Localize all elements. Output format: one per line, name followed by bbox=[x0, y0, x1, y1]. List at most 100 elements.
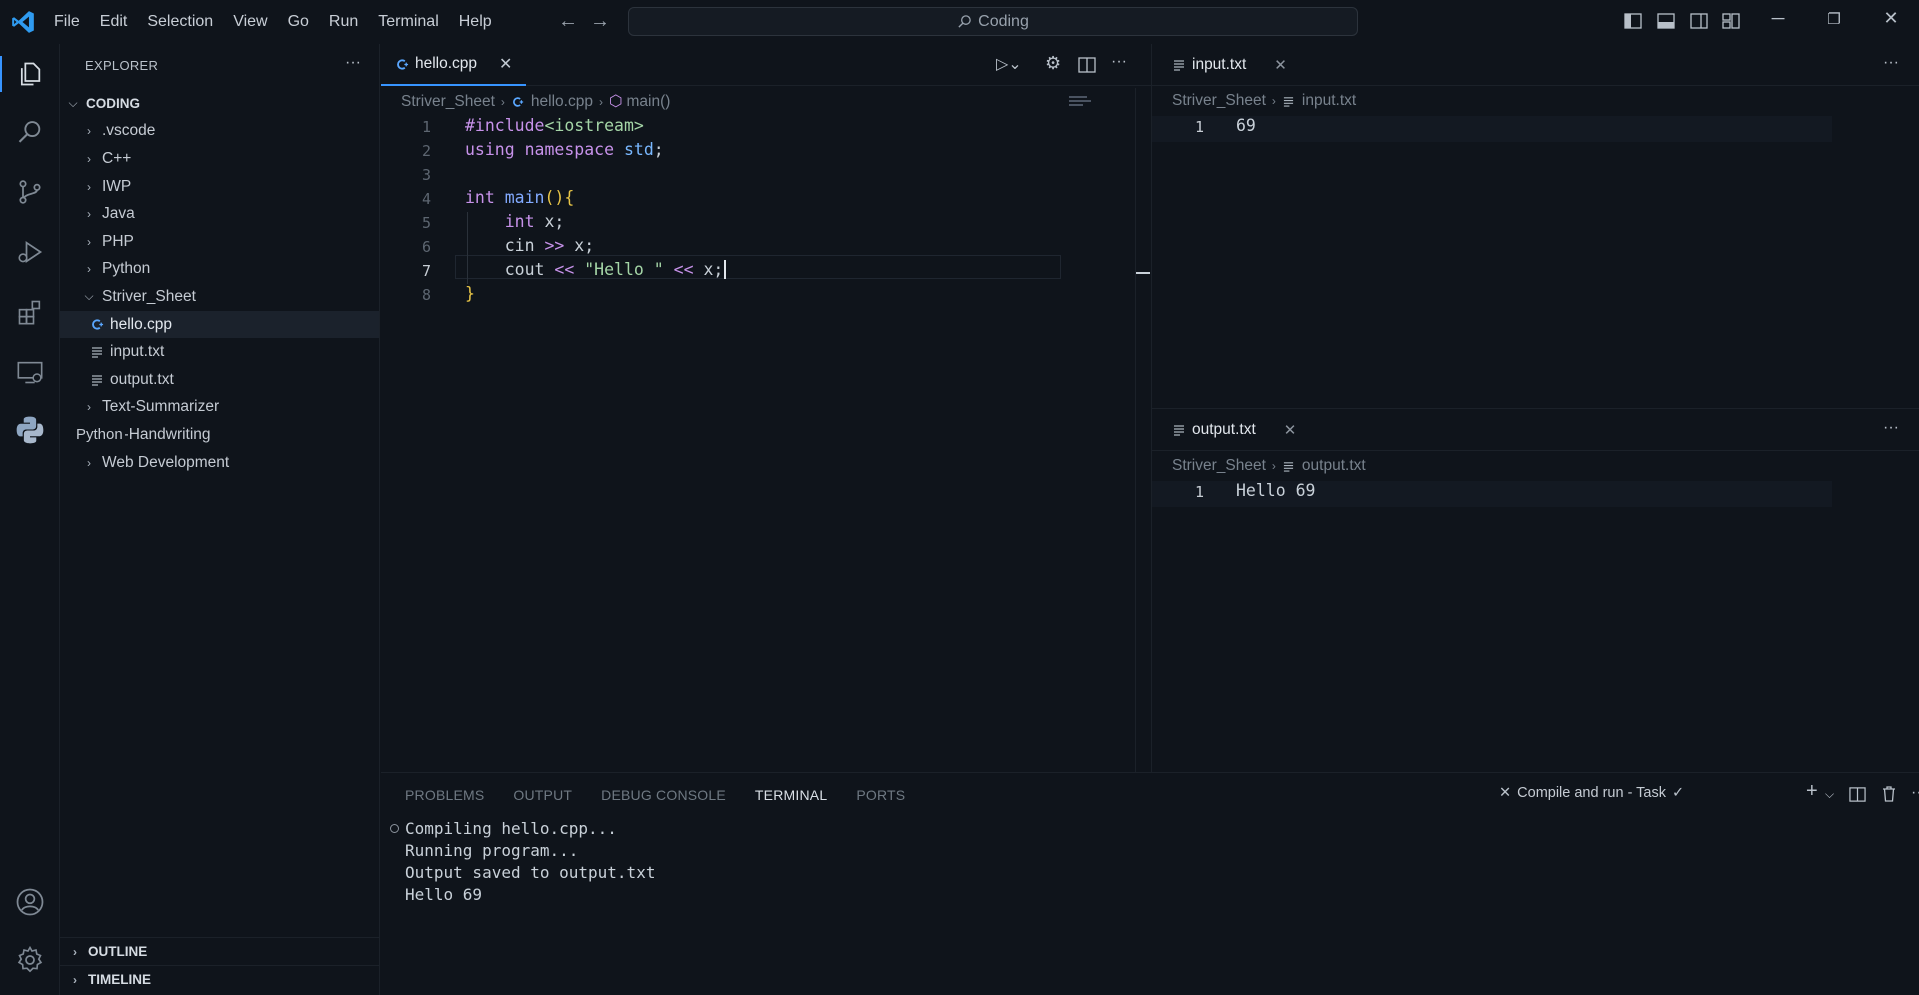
back-arrow-icon[interactable]: ← bbox=[558, 10, 578, 33]
more-actions-icon[interactable]: ··· bbox=[1911, 784, 1919, 802]
trash-icon[interactable] bbox=[1881, 785, 1897, 803]
workspace-root-label: CODING bbox=[86, 96, 140, 112]
cpp-file-icon bbox=[395, 58, 409, 71]
folder-java[interactable]: › Java bbox=[60, 200, 379, 228]
accounts-icon[interactable] bbox=[12, 884, 48, 920]
tab-hello-cpp[interactable]: hello.cpp ✕ bbox=[381, 44, 527, 86]
menu-selection[interactable]: Selection bbox=[147, 13, 213, 31]
tab-ports[interactable]: PORTS bbox=[856, 787, 905, 803]
folder-python[interactable]: › Python bbox=[60, 256, 379, 284]
chevron-right-icon: › bbox=[87, 234, 91, 249]
menu-file[interactable]: File bbox=[54, 13, 80, 31]
forward-arrow-icon[interactable]: → bbox=[590, 10, 610, 33]
folder-php[interactable]: › PHP bbox=[60, 228, 379, 256]
line-number: 4 bbox=[421, 190, 431, 208]
close-tab-icon[interactable]: ✕ bbox=[1274, 56, 1287, 74]
close-window-icon[interactable]: ✕ bbox=[1871, 8, 1911, 29]
gear-icon[interactable]: ⚙ bbox=[1045, 53, 1061, 74]
tab-terminal[interactable]: TERMINAL bbox=[755, 787, 827, 803]
extensions-icon[interactable] bbox=[12, 294, 48, 330]
menu-go[interactable]: Go bbox=[288, 13, 309, 31]
tab-problems[interactable]: PROBLEMS bbox=[405, 787, 484, 803]
text-file-icon bbox=[1172, 59, 1186, 71]
source-control-icon[interactable] bbox=[12, 174, 48, 210]
toggle-primary-sidebar-icon[interactable] bbox=[1624, 12, 1642, 30]
search-icon[interactable] bbox=[12, 114, 48, 150]
folder-label: IWP bbox=[102, 177, 132, 195]
folder-text-summarizer[interactable]: › Text-Summarizer bbox=[60, 394, 379, 422]
toggle-secondary-sidebar-icon[interactable] bbox=[1690, 12, 1708, 30]
toggle-panel-icon[interactable] bbox=[1657, 12, 1675, 30]
line-number: 8 bbox=[421, 286, 431, 304]
folder-web-development[interactable]: › Web Development bbox=[60, 449, 379, 477]
line-number: 2 bbox=[421, 142, 431, 160]
folder-to-handwriting[interactable]: ›-To-Handwriting Python bbox=[60, 421, 379, 449]
remote-explorer-icon[interactable] bbox=[12, 354, 48, 390]
code-area[interactable]: 1 69 bbox=[1152, 116, 1832, 142]
vscode-logo-icon bbox=[12, 11, 34, 33]
minimap[interactable] bbox=[1069, 94, 1099, 118]
menu-run[interactable]: Run bbox=[329, 13, 358, 31]
explorer-more-actions-icon[interactable]: ··· bbox=[345, 54, 361, 72]
split-terminal-icon[interactable] bbox=[1849, 786, 1866, 803]
file-label: hello.cpp bbox=[110, 315, 173, 333]
breadcrumb-file[interactable]: output.txt bbox=[1302, 457, 1366, 475]
breadcrumb-folder[interactable]: Striver_Sheet bbox=[1172, 457, 1266, 475]
code-area[interactable]: 1 Hello 69 bbox=[1152, 481, 1832, 507]
python-icon[interactable] bbox=[12, 412, 48, 448]
folder-iwp[interactable]: › IWP bbox=[60, 173, 379, 201]
command-center-search[interactable]: Coding bbox=[628, 7, 1358, 36]
code-area[interactable]: 1 2 3 4 5 6 7 8 #include<iostream> using… bbox=[381, 116, 1061, 316]
line-number: 6 bbox=[421, 238, 431, 256]
workspace-root[interactable]: ⌵ CODING bbox=[60, 90, 379, 118]
file-output-txt[interactable]: output.txt bbox=[60, 366, 379, 394]
explorer-icon[interactable] bbox=[0, 56, 48, 92]
file-hello-cpp[interactable]: hello.cpp bbox=[60, 310, 379, 339]
more-actions-icon[interactable]: ··· bbox=[1111, 53, 1127, 71]
terminal-output[interactable]: Compiling hello.cpp... Running program..… bbox=[405, 819, 655, 907]
code-line-5: int x; bbox=[504, 212, 565, 231]
new-terminal-icon[interactable]: + bbox=[1806, 780, 1818, 803]
vertical-scrollbar[interactable] bbox=[1135, 88, 1151, 772]
customize-layout-icon[interactable] bbox=[1722, 12, 1740, 30]
symbol-method-icon: ⬡ bbox=[608, 93, 623, 110]
breadcrumb-file[interactable]: hello.cpp bbox=[531, 93, 593, 111]
editor-tab-bar: hello.cpp ✕ ▷⌄ ⚙ ··· bbox=[381, 44, 1151, 86]
breadcrumb-folder[interactable]: Striver_Sheet bbox=[1172, 92, 1266, 110]
more-actions-icon[interactable]: ··· bbox=[1883, 54, 1899, 72]
close-tab-icon[interactable]: ✕ bbox=[499, 54, 512, 74]
chevron-right-icon: › bbox=[87, 207, 91, 222]
breadcrumb-symbol[interactable]: main() bbox=[627, 93, 671, 111]
tab-debug-console[interactable]: DEBUG CONSOLE bbox=[601, 787, 726, 803]
chevron-down-icon[interactable]: ⌵ bbox=[1825, 787, 1834, 802]
menu-terminal[interactable]: Terminal bbox=[378, 13, 438, 31]
file-input-txt[interactable]: input.txt bbox=[60, 338, 379, 366]
run-and-debug-icon[interactable] bbox=[12, 234, 48, 270]
breadcrumb: Striver_Sheet › input.txt bbox=[1172, 92, 1356, 110]
tab-output-txt[interactable]: output.txt ✕ bbox=[1152, 409, 1316, 451]
run-code-icon[interactable]: ▷⌄ bbox=[996, 54, 1022, 74]
tab-input-txt[interactable]: input.txt ✕ bbox=[1152, 44, 1307, 86]
folder-striver-sheet[interactable]: ⌵ Striver_Sheet bbox=[60, 283, 379, 311]
timeline-section[interactable]: › TIMELINE bbox=[60, 965, 379, 993]
minimize-window-icon[interactable]: ─ bbox=[1758, 8, 1798, 29]
code-line-6: cin >> x; bbox=[465, 236, 595, 255]
close-tab-icon[interactable]: ✕ bbox=[1284, 421, 1297, 439]
code-line-7: cout << "Hello " << x; bbox=[465, 260, 727, 279]
command-center-label: Coding bbox=[978, 12, 1029, 30]
breadcrumb-file[interactable]: input.txt bbox=[1302, 92, 1356, 110]
folder-label: Python bbox=[102, 260, 151, 278]
folder-vscode[interactable]: › .vscode bbox=[60, 118, 379, 146]
split-editor-icon[interactable] bbox=[1078, 56, 1096, 74]
terminal-task-selector[interactable]: ✕ Compile and run - Task ✓ bbox=[1499, 785, 1684, 801]
more-actions-icon[interactable]: ··· bbox=[1883, 419, 1899, 437]
outline-section[interactable]: › OUTLINE bbox=[60, 937, 379, 965]
settings-gear-icon[interactable] bbox=[12, 942, 48, 978]
menu-edit[interactable]: Edit bbox=[100, 13, 128, 31]
breadcrumb-folder[interactable]: Striver_Sheet bbox=[401, 93, 495, 111]
menu-help[interactable]: Help bbox=[459, 13, 492, 31]
menu-view[interactable]: View bbox=[233, 13, 267, 31]
folder-cpp[interactable]: › C++ bbox=[60, 145, 379, 173]
tab-output[interactable]: OUTPUT bbox=[513, 787, 572, 803]
restore-window-icon[interactable]: ❐ bbox=[1814, 10, 1854, 28]
